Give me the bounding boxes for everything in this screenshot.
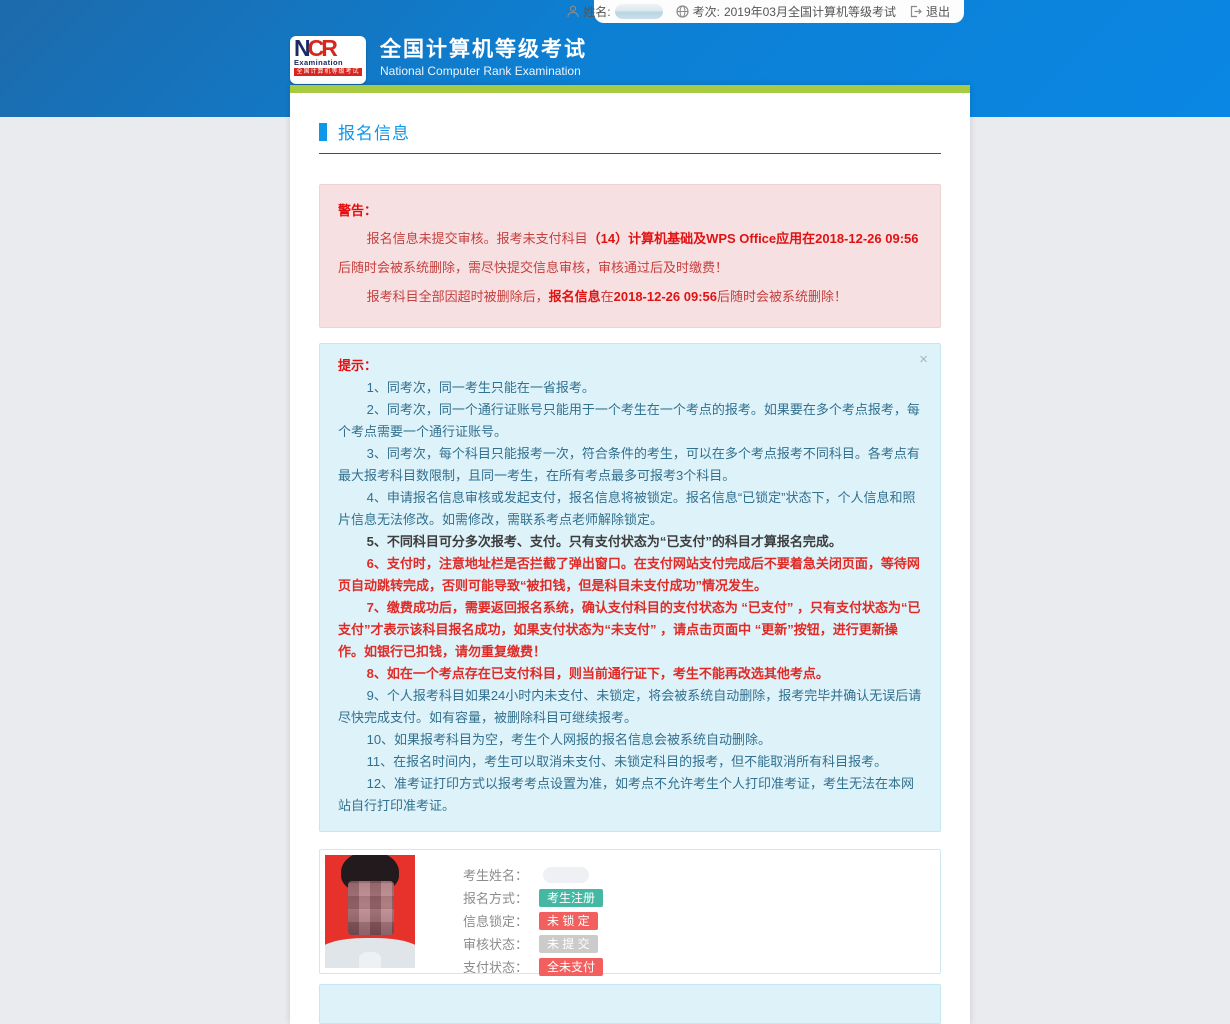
status-badge: 考生注册 <box>539 889 603 907</box>
warning-heading: 警告： <box>338 198 922 224</box>
warning-paragraph: 报考科目全部因超时被删除后，报名信息在2018-12-26 09:56后随时会被… <box>338 282 922 311</box>
field-row: 考生姓名： <box>463 864 603 885</box>
main-content: 报名信息 警告： 报名信息未提交审核。报考未支付科目（14）计算机基础及WPS … <box>290 85 970 1024</box>
section-title-row: 报名信息 <box>319 119 941 144</box>
ncre-logo: NCR Examination 全国计算机等级考试 <box>290 36 366 84</box>
warning-box: 警告： 报名信息未提交审核。报考未支付科目（14）计算机基础及WPS Offic… <box>319 184 941 328</box>
site-title: 全国计算机等级考试 <box>380 37 587 63</box>
next-panel-stub <box>319 984 941 1024</box>
tip-item: 12、准考证打印方式以报考考点设置为准，如考点不允许考生个人打印准考证，考生无法… <box>338 773 922 817</box>
status-badge: 全未支付 <box>539 958 603 976</box>
field-row: 支付状态：全未支付 <box>463 956 603 977</box>
session-value: 2019年03月全国计算机等级考试 <box>724 3 896 20</box>
field-row: 报名方式：考生注册 <box>463 887 603 908</box>
tip-item: 2、同考次，同一个通行证账号只能用于一个考生在一个考点的报考。如果要在多个考点报… <box>338 399 922 443</box>
tips-box: × 提示： 1、同考次，同一考生只能在一省报考。2、同考次，同一个通行证账号只能… <box>319 343 941 832</box>
blurred-value <box>543 867 589 883</box>
status-badge: 未 锁 定 <box>539 912 598 930</box>
site-subtitle: National Computer Rank Examination <box>380 63 587 79</box>
ncre-logo-examination: Examination <box>294 58 362 67</box>
tip-item: 8、如在一个考点存在已支付科目，则当前通行证下，考生不能再改选其他考点。 <box>338 663 922 685</box>
photo-blurred-face <box>348 881 394 935</box>
ncre-logo-letters: NCR <box>294 38 362 58</box>
field-label: 审核状态： <box>463 934 539 953</box>
tip-item: 9、个人报考科目如果24小时内未支付、未锁定，将会被系统自动删除，报考完毕并确认… <box>338 685 922 729</box>
field-label: 报名方式： <box>463 888 539 907</box>
tip-item: 3、同考次，每个科目只能报考一次，符合条件的考生，可以在多个考点报考不同科目。各… <box>338 443 922 487</box>
user-icon <box>567 5 579 18</box>
logout-label[interactable]: 退出 <box>926 3 950 20</box>
tip-item: 1、同考次，同一考生只能在一省报考。 <box>338 377 922 399</box>
photo-collar <box>359 952 381 968</box>
logout-icon <box>909 5 922 18</box>
tip-item: 6、支付时，注意地址栏是否拦截了弹出窗口。在支付网站支付完成后不要着急关闭页面，… <box>338 553 922 597</box>
tip-item: 10、如果报考科目为空，考生个人网报的报名信息会被系统自动删除。 <box>338 729 922 751</box>
section-title-accent <box>319 123 327 141</box>
field-label: 考生姓名： <box>463 865 539 884</box>
candidate-panel: 考生姓名：报名方式：考生注册信息锁定：未 锁 定审核状态：未 提 交支付状态：全… <box>319 849 941 974</box>
session-item: 考次: 2019年03月全国计算机等级考试 <box>676 3 896 20</box>
tip-item: 4、申请报名信息审核或发起支付，报名信息将被锁定。报名信息“已锁定”状态下，个人… <box>338 487 922 531</box>
ncre-logo-strip: 全国计算机等级考试 <box>294 68 362 76</box>
tips-heading: 提示： <box>338 355 922 377</box>
tips-list: 1、同考次，同一考生只能在一省报考。2、同考次，同一个通行证账号只能用于一个考生… <box>338 377 922 817</box>
status-badge: 未 提 交 <box>539 935 598 953</box>
warning-paragraphs: 报名信息未提交审核。报考未支付科目（14）计算机基础及WPS Office应用在… <box>338 224 922 311</box>
tip-item: 7、缴费成功后，需要返回报名系统，确认支付科目的支付状态为 “已支付” ，只有支… <box>338 597 922 663</box>
candidate-photo <box>325 855 415 968</box>
user-name-blurred <box>615 4 663 19</box>
clock-icon <box>676 5 689 18</box>
session-label: 考次: <box>693 3 720 20</box>
green-accent-bar <box>290 85 970 93</box>
user-name-label: 姓名: <box>583 3 610 20</box>
warning-paragraph: 报名信息未提交审核。报考未支付科目（14）计算机基础及WPS Office应用在… <box>338 224 922 282</box>
field-label: 信息锁定： <box>463 911 539 930</box>
user-name-item: 姓名: <box>567 3 662 20</box>
candidate-fields: 考生姓名：报名方式：考生注册信息锁定：未 锁 定审核状态：未 提 交支付状态：全… <box>463 855 603 968</box>
tip-item: 11、在报名时间内，考生可以取消未支付、未锁定科目的报考，但不能取消所有科目报考… <box>338 751 922 773</box>
user-topbar: 姓名: 考次: 2019年03月全国计算机等级考试 退出 <box>594 0 964 23</box>
field-label: 支付状态： <box>463 957 539 976</box>
logout-button[interactable]: 退出 <box>909 3 950 20</box>
section-underline <box>319 153 941 154</box>
field-row: 信息锁定：未 锁 定 <box>463 910 603 931</box>
field-row: 审核状态：未 提 交 <box>463 933 603 954</box>
tip-item: 5、不同科目可分多次报考、支付。只有支付状态为“已支付”的科目才算报名完成。 <box>338 531 922 553</box>
page-title: 报名信息 <box>338 119 410 144</box>
close-icon[interactable]: × <box>919 352 928 367</box>
